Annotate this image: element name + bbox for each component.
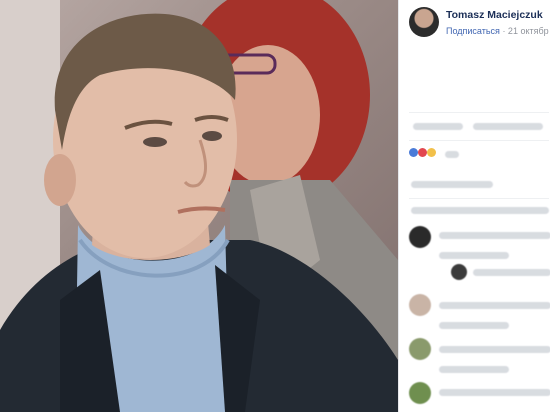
comment-actions-blurred[interactable] (439, 366, 509, 373)
like-reaction-icon (409, 148, 418, 158)
comment-action-blurred[interactable] (473, 123, 543, 130)
comment-actions-blurred[interactable] (439, 252, 509, 259)
haha-reaction-icon (427, 148, 437, 158)
author-name[interactable]: Tomasz Maciejczuk (446, 9, 543, 21)
photo-illustration (0, 0, 398, 412)
commenter-avatar[interactable] (409, 294, 431, 316)
reply-text-blurred (473, 269, 550, 276)
love-reaction-icon (418, 148, 428, 158)
comment-text-blurred (439, 346, 550, 353)
comment-text-blurred (439, 232, 550, 239)
post-meta: Подписаться · 21 октябр (446, 26, 549, 36)
commenter-avatar[interactable] (409, 382, 431, 404)
comment-actions-blurred[interactable] (439, 322, 509, 329)
commenter-avatar[interactable] (409, 226, 431, 248)
shares-blurred[interactable] (411, 181, 493, 188)
divider (409, 198, 549, 199)
tv-screenshot-photo (0, 0, 398, 412)
reply-avatar[interactable] (451, 264, 467, 280)
facebook-post-panel: Tomasz Maciejczuk Подписаться · 21 октяб… (398, 0, 550, 412)
post-date[interactable]: · 21 октябр (502, 26, 548, 36)
view-previous-comments-blurred[interactable] (411, 207, 549, 214)
ear (44, 154, 76, 206)
commenter-avatar[interactable] (409, 338, 431, 360)
subscribe-link[interactable]: Подписаться (446, 26, 500, 36)
reaction-count-blurred (445, 151, 459, 158)
like-action-blurred[interactable] (413, 123, 463, 130)
post-header: Tomasz Maciejczuk Подписаться · 21 октяб… (409, 6, 550, 38)
divider (409, 140, 549, 141)
comment-text-blurred (439, 302, 550, 309)
reactions-row[interactable] (409, 148, 437, 162)
divider (409, 112, 549, 113)
author-avatar[interactable] (409, 7, 439, 37)
screenshot-frame: Tomasz Maciejczuk Подписаться · 21 октяб… (0, 0, 550, 412)
comment-text-blurred (439, 389, 550, 396)
